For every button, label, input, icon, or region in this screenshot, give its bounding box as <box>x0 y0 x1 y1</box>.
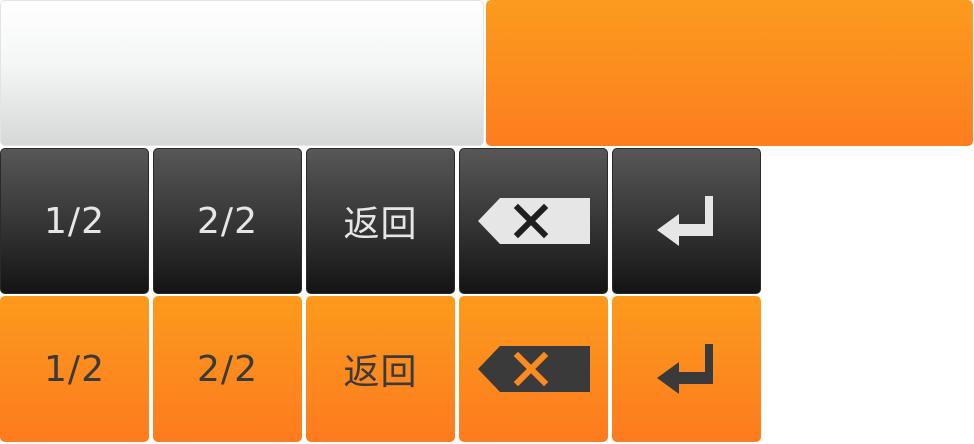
page-two-label: 2/2 <box>197 348 258 390</box>
back-key[interactable]: 返回 <box>306 148 455 294</box>
back-key-pressed[interactable]: 返回 <box>306 296 455 442</box>
page-two-key[interactable]: 2/2 <box>153 148 302 294</box>
orange-background-swatch <box>486 0 973 146</box>
page-two-label: 2/2 <box>197 200 258 242</box>
light-background-swatch <box>0 0 484 146</box>
page-two-key-pressed[interactable]: 2/2 <box>153 296 302 442</box>
page-one-key[interactable]: 1/2 <box>0 148 149 294</box>
backspace-icon <box>477 346 590 392</box>
enter-key-pressed[interactable] <box>612 296 761 442</box>
backspace-key[interactable] <box>459 148 608 294</box>
backspace-key-pressed[interactable] <box>459 296 608 442</box>
enter-key[interactable] <box>612 148 761 294</box>
enter-icon <box>656 196 713 246</box>
page-one-label: 1/2 <box>44 200 105 242</box>
back-label: 返回 <box>343 204 418 245</box>
page-one-key-pressed[interactable]: 1/2 <box>0 296 149 442</box>
page-one-label: 1/2 <box>44 348 105 390</box>
back-label: 返回 <box>343 352 418 393</box>
backspace-icon <box>477 198 590 244</box>
enter-icon <box>656 344 713 394</box>
